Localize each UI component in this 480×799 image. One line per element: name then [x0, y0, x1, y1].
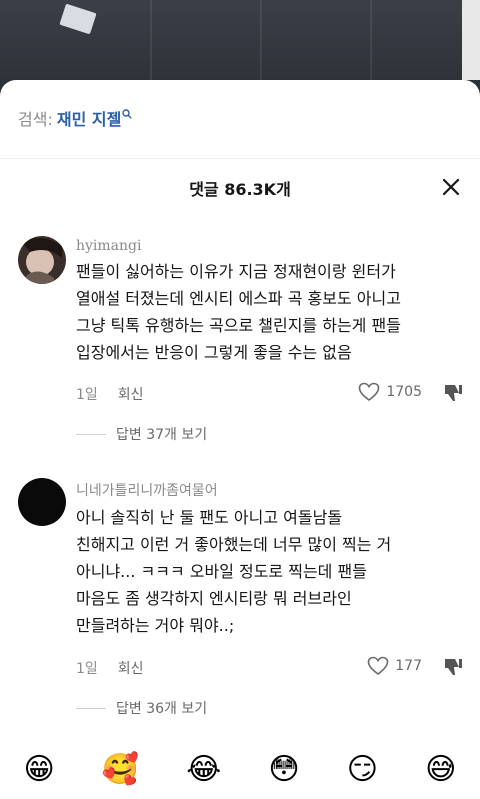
emoji-joy-button[interactable]: 😂	[186, 754, 221, 785]
comment-time: 1일	[76, 387, 98, 403]
dislike-icon[interactable]	[442, 656, 464, 678]
comment-line: 열애설 터졌는데 엔시티 에스파 곡 홍보도 아니고	[76, 289, 401, 308]
comment-line: 만들려하는 거야 뭐야..;	[76, 616, 235, 635]
reply-button[interactable]: 회신	[118, 387, 144, 403]
like-count: 177	[395, 658, 422, 674]
avatar[interactable]	[18, 236, 66, 284]
background-edge	[462, 0, 480, 80]
reply-button[interactable]: 회신	[118, 661, 144, 677]
like-button[interactable]: 1705	[358, 382, 422, 402]
search-label: 검색:	[18, 110, 53, 129]
comment-line: 마음도 좀 생각하지 엔시티랑 뭐 러브라인	[76, 589, 352, 608]
close-icon[interactable]	[440, 176, 462, 198]
search-query[interactable]: 재민 지젤	[57, 110, 121, 129]
comment-line: 아니냐... ㅋㅋㅋ 오바일 정도로 찍는데 팬들	[76, 562, 367, 581]
like-count: 1705	[386, 384, 422, 400]
replies-label: 답변 36개 보기	[116, 701, 208, 717]
emoji-flushed-button[interactable]: 😳	[268, 754, 299, 785]
emoji-grin-button[interactable]: 😁	[24, 754, 55, 785]
comments-title: 댓글 86.3K개	[189, 180, 291, 199]
emoji-smirk-button[interactable]: 😏	[347, 754, 378, 785]
heart-icon	[359, 382, 380, 401]
comment-username[interactable]: 니네가틀리니까좀여물어	[76, 480, 218, 500]
comment-meta: 1일 회신	[76, 384, 144, 404]
replies-line	[76, 707, 106, 709]
replies-label: 답변 37개 보기	[116, 427, 208, 443]
emoji-hearts-button[interactable]: 🥰	[102, 754, 139, 785]
comment-meta: 1일 회신	[76, 658, 144, 678]
like-button[interactable]: 177	[367, 656, 422, 676]
emoji-sweat-smile-button[interactable]: 😅	[425, 754, 456, 785]
comment-line: 그냥 틱톡 유행하는 곡으로 챌린지를 하는게 팬들	[76, 316, 401, 335]
heart-icon	[367, 656, 389, 675]
comments-sheet: 검색: 재민 지젤 댓글 86.3K개 hyimangi 팬들이 싫어하는 이유가…	[0, 80, 480, 799]
avatar[interactable]	[18, 478, 66, 526]
divider	[0, 158, 480, 159]
comment-line: 입장에서는 반응이 그렇게 좋을 수는 없음	[76, 343, 352, 362]
comment-line: 아니 솔직히 난 둘 팬도 아니고 여돌남돌	[76, 508, 343, 527]
comment-username[interactable]: hyimangi	[76, 238, 141, 254]
search-suggestion[interactable]: 검색: 재민 지젤	[18, 106, 132, 130]
comment-text: 팬들이 싫어하는 이유가 지금 정재현이랑 윈터가 열애설 터졌는데 엔시티 에…	[76, 258, 468, 366]
comment-line: 팬들이 싫어하는 이유가 지금 정재현이랑 윈터가	[76, 262, 396, 281]
comment-text: 아니 솔직히 난 둘 팬도 아니고 여돌남돌 친해지고 이런 거 좋아했는데 너…	[76, 504, 468, 639]
replies-line	[76, 433, 106, 435]
comment-time: 1일	[76, 661, 98, 677]
view-replies-button[interactable]: 답변 37개 보기	[76, 424, 207, 444]
search-icon	[122, 108, 132, 119]
comment-line: 친해지고 이런 거 좋아했는데 너무 많이 찍는 거	[76, 535, 392, 554]
view-replies-button[interactable]: 답변 36개 보기	[76, 698, 207, 718]
background-paper	[59, 3, 97, 35]
dislike-icon[interactable]	[442, 382, 464, 404]
emoji-bar: 😁 🥰 😂 😳 😏 😅	[0, 740, 480, 799]
